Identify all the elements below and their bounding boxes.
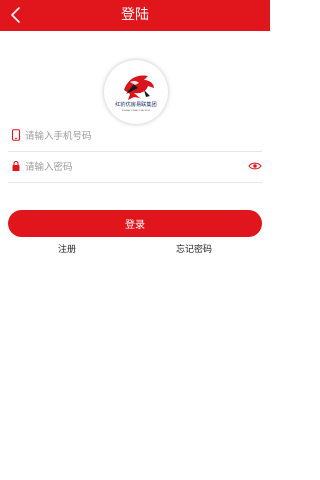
- phone-field: [8, 121, 262, 152]
- phone-icon: [11, 129, 21, 141]
- logo-subcaption: HONGBAO YOUFANG YILIAN GROUP: [122, 109, 150, 112]
- logo-caption: 红豹优房易联集团: [115, 100, 157, 108]
- page-title: 登陆: [121, 7, 149, 23]
- password-input[interactable]: [25, 156, 235, 178]
- lock-icon: [12, 160, 20, 171]
- top-bar: 登陆: [0, 0, 270, 31]
- eye-icon[interactable]: [248, 161, 262, 171]
- company-logo: 红豹优房易联集团 HONGBAO YOUFANG YILIAN GROUP: [104, 60, 168, 124]
- phone-input[interactable]: [25, 125, 235, 147]
- back-button[interactable]: [6, 4, 28, 26]
- password-field: [8, 152, 262, 183]
- login-button[interactable]: 登录: [8, 210, 262, 237]
- register-link[interactable]: 注册: [58, 244, 76, 256]
- forgot-password-link[interactable]: 忘记密码: [176, 244, 212, 256]
- chevron-left-icon: [11, 7, 20, 23]
